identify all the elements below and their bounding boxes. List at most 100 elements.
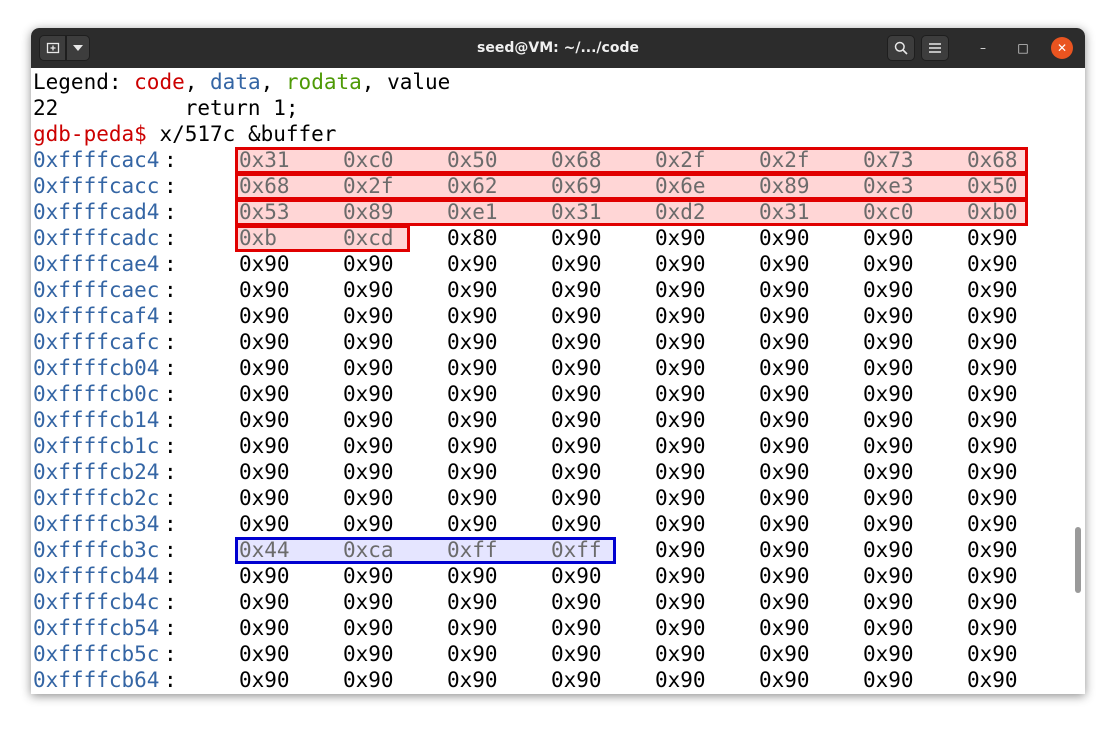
memory-byte: 0xb (239, 226, 277, 250)
memory-byte: 0x90 (967, 590, 1018, 614)
memory-byte: 0x90 (967, 460, 1018, 484)
memory-byte: 0x90 (239, 590, 290, 614)
memory-byte: 0x90 (655, 486, 706, 510)
memory-byte: 0x90 (551, 616, 602, 640)
memory-byte: 0x90 (967, 486, 1018, 510)
memory-byte: 0xff (551, 538, 602, 562)
memory-address: 0xffffcb34 (33, 512, 160, 536)
memory-byte: 0x68 (239, 174, 290, 198)
memory-byte: 0xc0 (863, 200, 914, 224)
memory-byte: 0x90 (447, 564, 498, 588)
memory-byte: 0x90 (863, 330, 914, 354)
memory-byte: 0x90 (239, 382, 290, 406)
legend-separator: , (361, 70, 388, 94)
legend-value: value (387, 70, 451, 94)
memory-byte: 0x90 (551, 564, 602, 588)
scrollbar-thumb[interactable] (1075, 527, 1081, 593)
close-button[interactable]: ✕ (1051, 37, 1073, 59)
memory-byte: 0x90 (551, 304, 602, 328)
memory-byte: 0x68 (967, 148, 1018, 172)
memory-byte: 0x90 (447, 252, 498, 276)
maximize-button[interactable]: □ (1012, 37, 1034, 59)
memory-byte: 0x90 (863, 460, 914, 484)
memory-byte: 0x90 (551, 252, 602, 276)
memory-byte: 0x90 (967, 642, 1018, 666)
address-colon: : (164, 330, 177, 354)
main-menu-button[interactable] (921, 35, 949, 61)
memory-byte: 0x90 (239, 278, 290, 302)
memory-byte: 0xca (343, 538, 394, 562)
address-colon: : (164, 616, 177, 640)
memory-byte: 0x90 (551, 278, 602, 302)
memory-byte: 0x90 (863, 616, 914, 640)
memory-byte: 0x80 (447, 226, 498, 250)
new-tab-icon (46, 42, 59, 54)
memory-byte: 0x90 (447, 408, 498, 432)
memory-byte: 0x73 (863, 148, 914, 172)
memory-byte: 0x2f (655, 148, 706, 172)
address-colon: : (164, 564, 177, 588)
memory-byte: 0x90 (239, 564, 290, 588)
memory-address: 0xffffcac4 (33, 148, 160, 172)
memory-byte: 0x90 (759, 434, 810, 458)
terminal-output[interactable]: Legend: code, data, rodata, value 22 ret… (31, 69, 1085, 694)
memory-byte: 0x90 (759, 226, 810, 250)
memory-byte: 0x31 (551, 200, 602, 224)
memory-byte: 0x90 (655, 226, 706, 250)
memory-byte: 0x2f (343, 174, 394, 198)
memory-byte: 0x90 (759, 642, 810, 666)
memory-byte: 0x90 (863, 408, 914, 432)
memory-byte: 0x90 (863, 304, 914, 328)
memory-byte: 0x90 (551, 590, 602, 614)
memory-byte: 0x90 (967, 226, 1018, 250)
memory-byte: 0x90 (759, 590, 810, 614)
tab-menu-button[interactable] (66, 35, 90, 61)
memory-byte: 0x90 (967, 356, 1018, 380)
memory-byte: 0x90 (967, 538, 1018, 562)
memory-byte: 0x90 (343, 564, 394, 588)
memory-byte: 0x50 (967, 174, 1018, 198)
memory-byte: 0x90 (863, 382, 914, 406)
memory-byte: 0x90 (551, 408, 602, 432)
memory-address: 0xffffcb44 (33, 564, 160, 588)
memory-byte: 0x90 (759, 616, 810, 640)
memory-address: 0xffffcb4c (33, 590, 160, 614)
memory-byte: 0x90 (759, 304, 810, 328)
memory-byte: 0x90 (239, 434, 290, 458)
memory-byte: 0x90 (655, 590, 706, 614)
memory-byte: 0xd2 (655, 200, 706, 224)
memory-byte: 0x2f (759, 148, 810, 172)
memory-byte: 0x90 (551, 486, 602, 510)
memory-byte: 0x62 (447, 174, 498, 198)
memory-byte: 0x90 (551, 668, 602, 692)
memory-byte: 0x90 (967, 252, 1018, 276)
address-colon: : (164, 356, 177, 380)
memory-byte: 0x90 (343, 252, 394, 276)
memory-byte: 0x90 (759, 564, 810, 588)
search-button[interactable] (887, 35, 915, 61)
address-colon: : (164, 486, 177, 510)
memory-byte: 0x90 (863, 356, 914, 380)
new-tab-button[interactable] (39, 35, 66, 61)
memory-byte: 0x6e (655, 174, 706, 198)
address-colon: : (164, 252, 177, 276)
memory-byte: 0x90 (759, 408, 810, 432)
memory-byte: 0x90 (759, 512, 810, 536)
memory-byte: 0x90 (863, 538, 914, 562)
memory-byte: 0x90 (863, 486, 914, 510)
memory-byte: 0x90 (447, 590, 498, 614)
memory-byte: 0x89 (759, 174, 810, 198)
memory-byte: 0x90 (447, 356, 498, 380)
memory-byte: 0x90 (655, 434, 706, 458)
memory-byte: 0x90 (239, 668, 290, 692)
memory-byte: 0x90 (967, 382, 1018, 406)
memory-byte: 0x31 (239, 148, 290, 172)
legend-separator: , (260, 70, 286, 94)
memory-byte: 0x90 (551, 460, 602, 484)
memory-byte: 0xe3 (863, 174, 914, 198)
memory-byte: 0x90 (655, 278, 706, 302)
address-colon: : (164, 642, 177, 666)
memory-byte: 0x90 (967, 408, 1018, 432)
minimize-button[interactable]: – (972, 37, 994, 59)
memory-byte: 0x90 (759, 460, 810, 484)
